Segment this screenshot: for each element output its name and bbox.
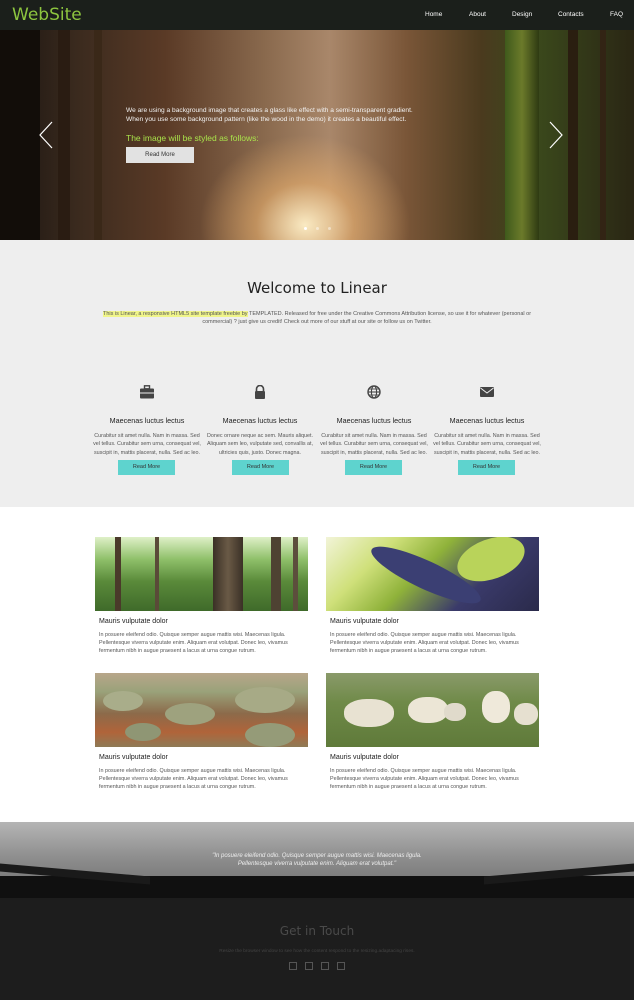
prev-slide-arrow-icon[interactable] xyxy=(36,120,58,150)
gallery-card: Mauris vulputate dolor In posuere eleife… xyxy=(95,673,308,791)
feature-text: Curabitur sit amet nulla. Nam in massa. … xyxy=(93,433,201,456)
hero-highlight: The image will be styled as follows: xyxy=(126,133,259,143)
mossy-tree xyxy=(505,30,539,240)
card-title: Mauris vulputate dolor xyxy=(330,618,399,625)
feature-item: Maecenas luctus lectus Curabitur sit ame… xyxy=(432,385,542,457)
nav-faq[interactable]: FAQ xyxy=(610,11,623,18)
tree-trunk-left xyxy=(0,30,40,240)
feature-title: Maecenas luctus lectus xyxy=(449,416,525,425)
tree-trunk xyxy=(568,30,578,240)
forest-image[interactable] xyxy=(95,537,308,611)
card-text: In posuere eleifend odio. Quisque semper… xyxy=(330,632,519,654)
shrubland-image[interactable] xyxy=(95,673,308,747)
site-footer: Get in Touch Resize the browser window t… xyxy=(0,898,634,1000)
nav-home[interactable]: Home xyxy=(425,11,442,18)
briefcase-icon xyxy=(140,385,154,399)
sheep-image[interactable] xyxy=(326,673,539,747)
nav-design[interactable]: Design xyxy=(512,11,532,18)
tree-trunk xyxy=(94,30,102,240)
quote-text: "In posuere eleifend odio. Quisque sempe… xyxy=(0,852,634,868)
gallery-section: Mauris vulputate dolor In posuere eleife… xyxy=(0,507,634,823)
hero-text-line: When you use some background pattern (li… xyxy=(126,116,407,123)
slider-dot[interactable] xyxy=(316,227,319,230)
feature-read-more-button[interactable]: Read More xyxy=(458,460,515,475)
slider-dot[interactable] xyxy=(328,227,331,230)
footer-title: Get in Touch xyxy=(279,924,355,938)
tree-trunk xyxy=(600,30,606,240)
card-title: Mauris vulputate dolor xyxy=(330,754,399,761)
nav-about[interactable]: About xyxy=(469,11,486,18)
dribbble-icon[interactable] xyxy=(321,962,329,970)
welcome-intro: This is Linear, a responsive HTML5 site … xyxy=(100,310,534,326)
lock-icon xyxy=(255,384,265,399)
feature-title: Maecenas luctus lectus xyxy=(222,416,298,425)
welcome-title: Welcome to Linear xyxy=(247,279,387,297)
feature-text: Curabitur sit amet nulla. Nam in massa. … xyxy=(320,433,428,456)
site-header: WebSite Home About Design Contacts FAQ xyxy=(0,0,634,30)
nav-contacts[interactable]: Contacts xyxy=(558,11,584,18)
feature-item: Maecenas luctus lectus Curabitur sit ame… xyxy=(319,385,429,457)
card-text: In posuere eleifend odio. Quisque semper… xyxy=(330,768,519,790)
feature-item: Maecenas luctus lectus Curabitur sit ame… xyxy=(92,385,202,457)
quote-banner: "In posuere eleifend odio. Quisque sempe… xyxy=(0,822,634,898)
leaf-image[interactable] xyxy=(326,537,539,611)
quote-line: Pellentesque viverra vulputate enim. Ali… xyxy=(237,861,397,867)
globe-icon xyxy=(367,385,381,399)
intro-text: TEMPLATED. Released for free under the C… xyxy=(202,311,532,325)
hero-slider: We are using a background image that cre… xyxy=(0,30,634,240)
hero-read-more-button[interactable]: Read More xyxy=(126,147,194,163)
quote-line: "In posuere eleifend odio. Quisque sempe… xyxy=(212,853,422,859)
hero-caption: We are using a background image that cre… xyxy=(126,106,436,143)
feature-item: Maecenas luctus lectus Donec ornare nequ… xyxy=(205,384,315,457)
feature-read-more-button[interactable]: Read More xyxy=(345,460,402,475)
card-title: Mauris vulputate dolor xyxy=(99,754,168,761)
feature-text: Curabitur sit amet nulla. Nam in massa. … xyxy=(433,433,541,456)
feature-read-more-button[interactable]: Read More xyxy=(232,460,289,475)
feature-text: Donec ornare neque ac sem. Mauris alique… xyxy=(206,433,314,456)
gallery-card: Mauris vulputate dolor In posuere eleife… xyxy=(95,537,308,655)
twitter-icon[interactable] xyxy=(289,962,297,970)
linkedin-icon[interactable] xyxy=(337,962,345,970)
hero-text-line: We are using a background image that cre… xyxy=(126,107,413,114)
tree-trunk xyxy=(58,30,70,240)
gallery-card: Mauris vulputate dolor In posuere eleife… xyxy=(326,537,539,655)
gallery-card: Mauris vulputate dolor In posuere eleife… xyxy=(326,673,539,791)
next-slide-arrow-icon[interactable] xyxy=(544,120,566,150)
footer-subtitle: Resize the browser window to see how the… xyxy=(219,949,415,954)
feature-title: Maecenas luctus lectus xyxy=(109,416,185,425)
feature-read-more-button[interactable]: Read More xyxy=(118,460,175,475)
intro-highlight[interactable]: This is Linear, a responsive HTML5 site … xyxy=(102,311,248,317)
card-title: Mauris vulputate dolor xyxy=(99,618,168,625)
feature-title: Maecenas luctus lectus xyxy=(336,416,412,425)
slider-dot-active[interactable] xyxy=(304,227,307,230)
welcome-section: Welcome to Linear This is Linear, a resp… xyxy=(0,240,634,507)
envelope-icon xyxy=(480,387,494,397)
card-text: In posuere eleifend odio. Quisque semper… xyxy=(99,632,288,654)
card-text: In posuere eleifend odio. Quisque semper… xyxy=(99,768,288,790)
site-logo[interactable]: WebSite xyxy=(12,5,82,25)
facebook-icon[interactable] xyxy=(305,962,313,970)
